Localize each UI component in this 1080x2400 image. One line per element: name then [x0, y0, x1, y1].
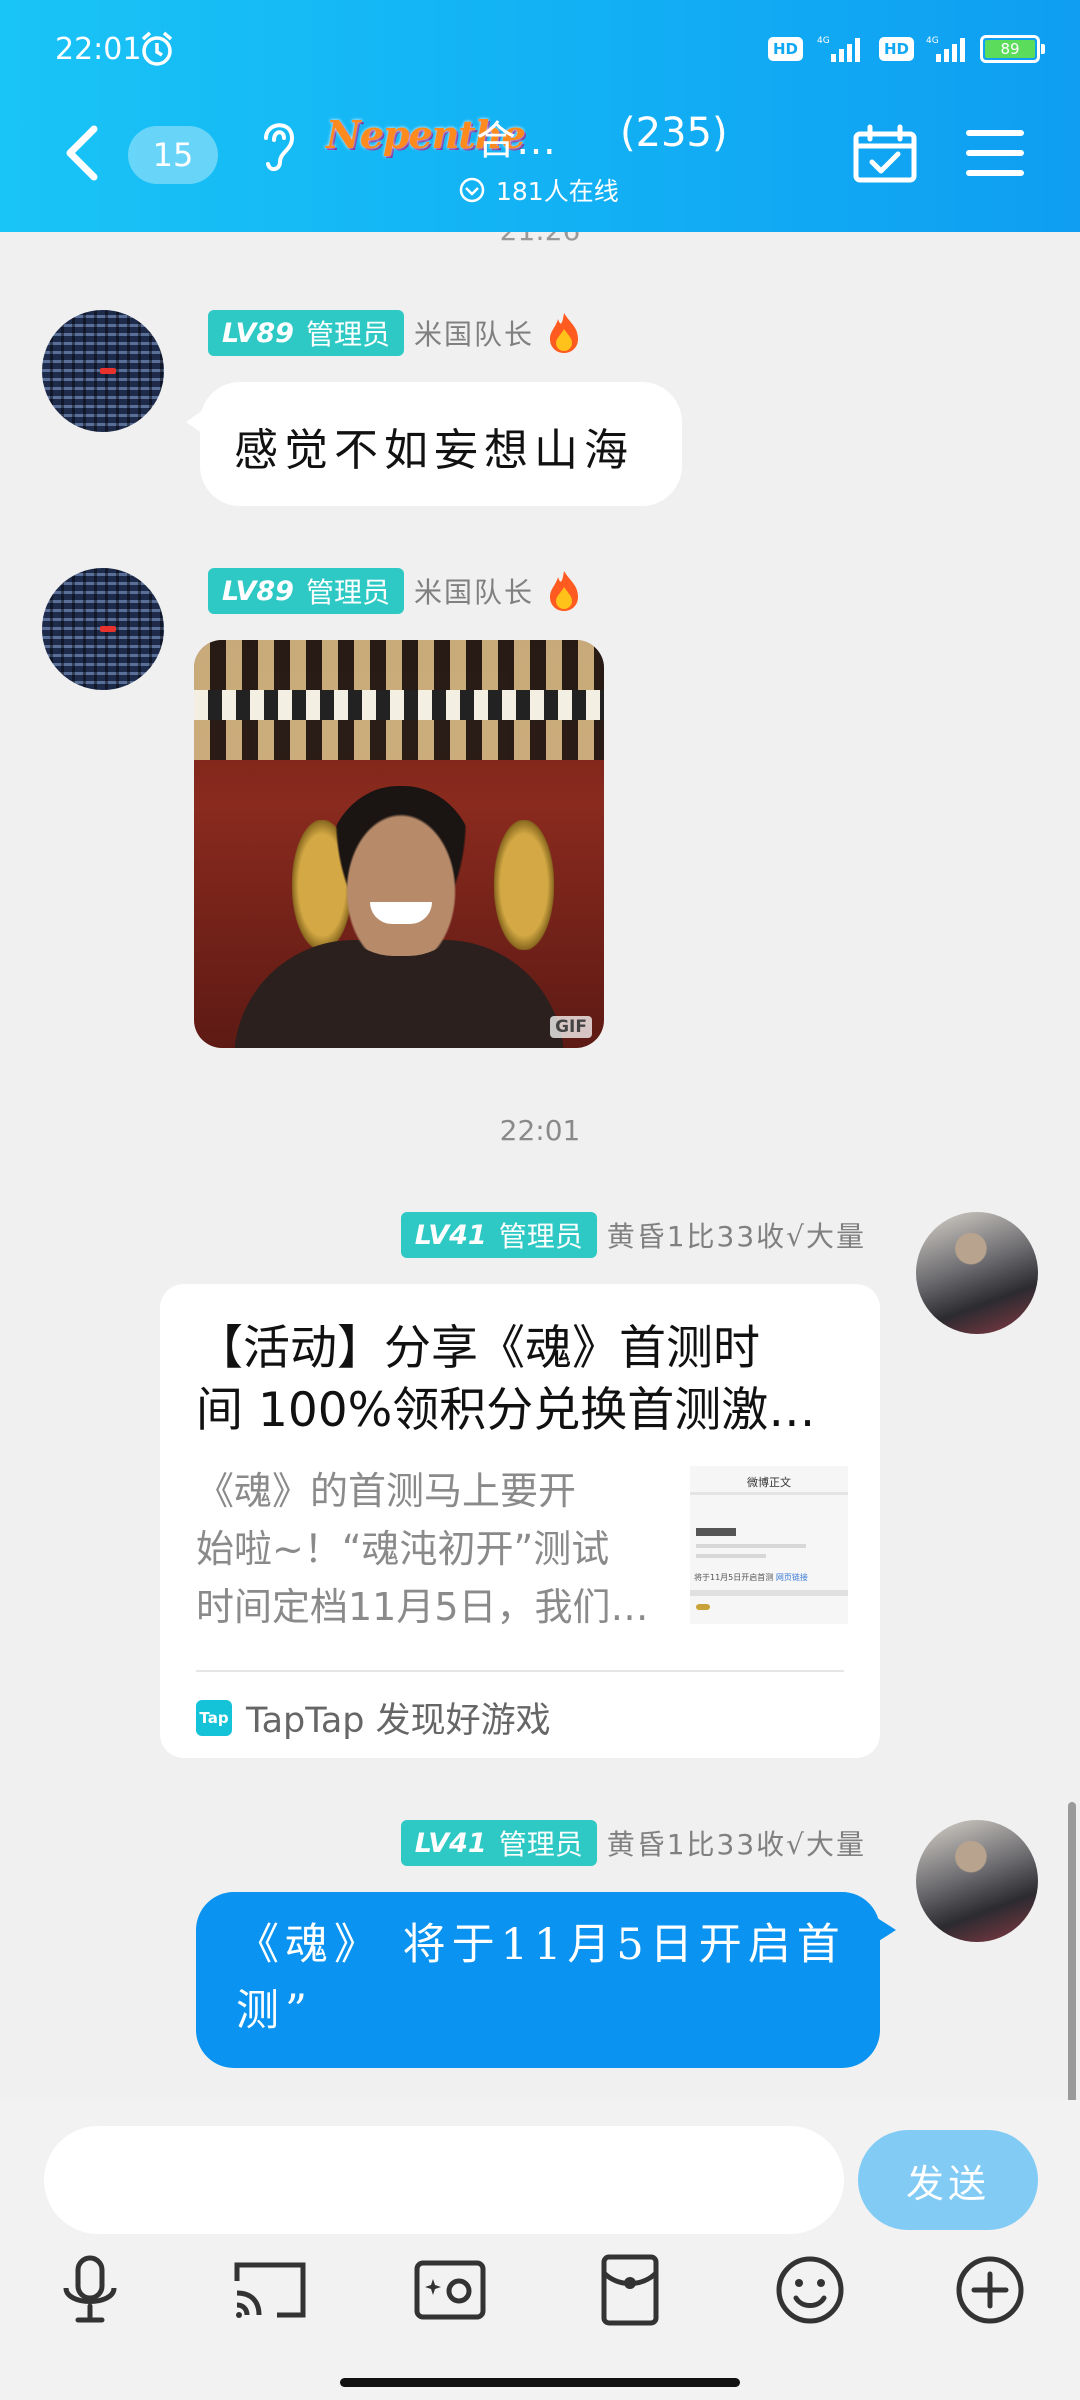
bubble-tail [874, 1916, 896, 1944]
card-source: Tap TapTap 发现好游戏 [196, 1692, 551, 1743]
menu-icon[interactable] [966, 128, 1024, 182]
signal-icon: 4G [817, 36, 860, 62]
card-description: 《魂》的首测马上要开 始啦~！“魂沌初开”测试 时间定档11月5日，我们准备了 [196, 1462, 656, 1636]
role-text: 管理员 [305, 318, 390, 351]
chat-header: 22:01 HD 4G HD 4G 89 15 Nepenthe 合… (235… [0, 0, 1080, 232]
time-divider: 21:26 [0, 232, 1080, 247]
chevron-down-circle-icon [459, 177, 485, 203]
level-text: LV89 [222, 575, 294, 607]
battery-icon: 89 [980, 35, 1045, 63]
level-badge: LV41 管理员 [400, 1212, 597, 1258]
svg-text:4G: 4G [926, 36, 939, 46]
group-title[interactable]: 合… [476, 108, 556, 166]
sender-name[interactable]: 黄昏1比33收√大量 [607, 1823, 866, 1863]
thumb-bar [696, 1544, 806, 1548]
level-text: LV41 [414, 1219, 487, 1251]
level-badge: LV89 管理员 [208, 310, 404, 356]
signal-icon: 4G [926, 36, 965, 62]
sender-row: LV41 管理员 黄昏1比33收√大量 [400, 1820, 866, 1866]
level-text: LV41 [414, 1827, 487, 1859]
card-desc-line: 《魂》的首测马上要开 [196, 1469, 577, 1513]
alarm-icon [138, 30, 176, 72]
avatar[interactable] [916, 1212, 1038, 1334]
message-text: 《魂》 将于11月5日开启首测” [236, 1920, 846, 2036]
source-name: TapTap 发现好游戏 [246, 1701, 551, 1741]
message-text: 感觉不如妄想山海 [234, 425, 634, 476]
avatar[interactable] [42, 310, 164, 432]
thumb-bar [696, 1604, 710, 1610]
sender-row: LV89 管理员 米国队长 [208, 310, 584, 356]
sender-row: LV41 管理员 黄昏1比33收√大量 [400, 1212, 866, 1258]
input-area: 发送 [0, 2100, 1080, 2400]
time-divider: 22:01 [499, 1114, 581, 1147]
gif-image[interactable]: GIF [194, 640, 604, 1048]
thumb-bar [696, 1528, 736, 1536]
red-packet-icon[interactable] [590, 2250, 670, 2330]
svg-text:4G: 4G [817, 36, 830, 46]
hd-icon: HD [878, 37, 914, 61]
role-text: 管理员 [498, 1828, 583, 1861]
sender-name[interactable]: 黄昏1比33收√大量 [607, 1215, 866, 1255]
screen-cast-icon[interactable] [230, 2250, 310, 2330]
calendar-check-icon[interactable] [852, 124, 918, 188]
thumb-bar [690, 1492, 848, 1495]
sender-row: LV89 管理员 米国队长 [208, 568, 584, 614]
avatar[interactable] [916, 1820, 1038, 1942]
image-detail [234, 940, 564, 1048]
back-button[interactable] [60, 123, 104, 187]
scrollbar[interactable] [1068, 1802, 1076, 2100]
member-count[interactable]: (235) [620, 110, 728, 156]
card-title-line: 间 100%领积分兑换首测激活码 [196, 1383, 846, 1438]
card-title-line: 【活动】分享《魂》首测时 [196, 1321, 760, 1376]
card-thumbnail: 微博正文 将于11月5日开启首测 网页链接 [690, 1466, 848, 1624]
photo-icon[interactable] [410, 2250, 490, 2330]
level-badge: LV41 管理员 [400, 1820, 597, 1866]
message-bubble[interactable]: 《魂》 将于11月5日开启首测” [196, 1892, 896, 2068]
sender-name[interactable]: 米国队长 [414, 571, 534, 611]
fire-icon [550, 571, 578, 611]
bubble-tail [186, 408, 206, 436]
unread-count-badge[interactable]: 15 [128, 126, 218, 184]
microphone-icon[interactable] [50, 2250, 130, 2330]
online-count-text: 181人在线 [496, 177, 619, 206]
image-detail [494, 820, 554, 950]
message-bubble[interactable]: 感觉不如妄想山海 [186, 382, 682, 506]
ear-mode-icon[interactable] [258, 116, 298, 180]
image-detail [326, 786, 476, 956]
status-icons: HD 4G HD 4G 89 [767, 34, 1045, 64]
level-badge: LV89 管理员 [208, 568, 404, 614]
fire-icon [550, 313, 578, 353]
hd-icon: HD [767, 37, 803, 61]
thumb-bar [696, 1554, 766, 1558]
emoji-icon[interactable] [770, 2250, 850, 2330]
thumb-line-text: 将于11月5日开启首测 [694, 1573, 774, 1582]
taptap-logo-icon: Tap [196, 1699, 232, 1736]
role-text: 管理员 [498, 1220, 583, 1253]
online-status[interactable]: 181人在线 [458, 172, 619, 208]
message-list[interactable]: 21:26 LV89 管理员 米国队长 感觉不如妄想山海 LV89 管理员 米国… [0, 232, 1080, 2100]
status-time: 22:01 [55, 32, 142, 67]
thumb-heading: 微博正文 [747, 1476, 791, 1489]
level-text: LV89 [222, 317, 294, 349]
thumb-line: 将于11月5日开启首测 网页链接 [694, 1572, 808, 1583]
thumb-bar [690, 1590, 848, 1596]
card-desc-line: 时间定档11月5日，我们准备了 [196, 1585, 656, 1629]
avatar[interactable] [42, 568, 164, 690]
gif-badge: GIF [550, 1016, 592, 1038]
sender-name[interactable]: 米国队长 [414, 313, 534, 353]
card-desc-line: 始啦~！“魂沌初开”测试 [196, 1527, 610, 1571]
plus-icon[interactable] [950, 2250, 1030, 2330]
home-indicator[interactable] [340, 2378, 740, 2387]
message-input[interactable] [44, 2126, 844, 2234]
toolbar [0, 2250, 1080, 2340]
send-button[interactable]: 发送 [858, 2130, 1038, 2230]
card-divider [196, 1670, 844, 1672]
role-text: 管理员 [305, 576, 390, 609]
thumb-link: 网页链接 [775, 1573, 808, 1582]
card-title: 【活动】分享《魂》首测时 间 100%领积分兑换首测激活码 [196, 1318, 846, 1442]
battery-level: 89 [985, 40, 1035, 58]
image-detail [194, 690, 604, 720]
share-card[interactable]: 【活动】分享《魂》首测时 间 100%领积分兑换首测激活码 《魂》的首测马上要开… [160, 1284, 880, 1758]
